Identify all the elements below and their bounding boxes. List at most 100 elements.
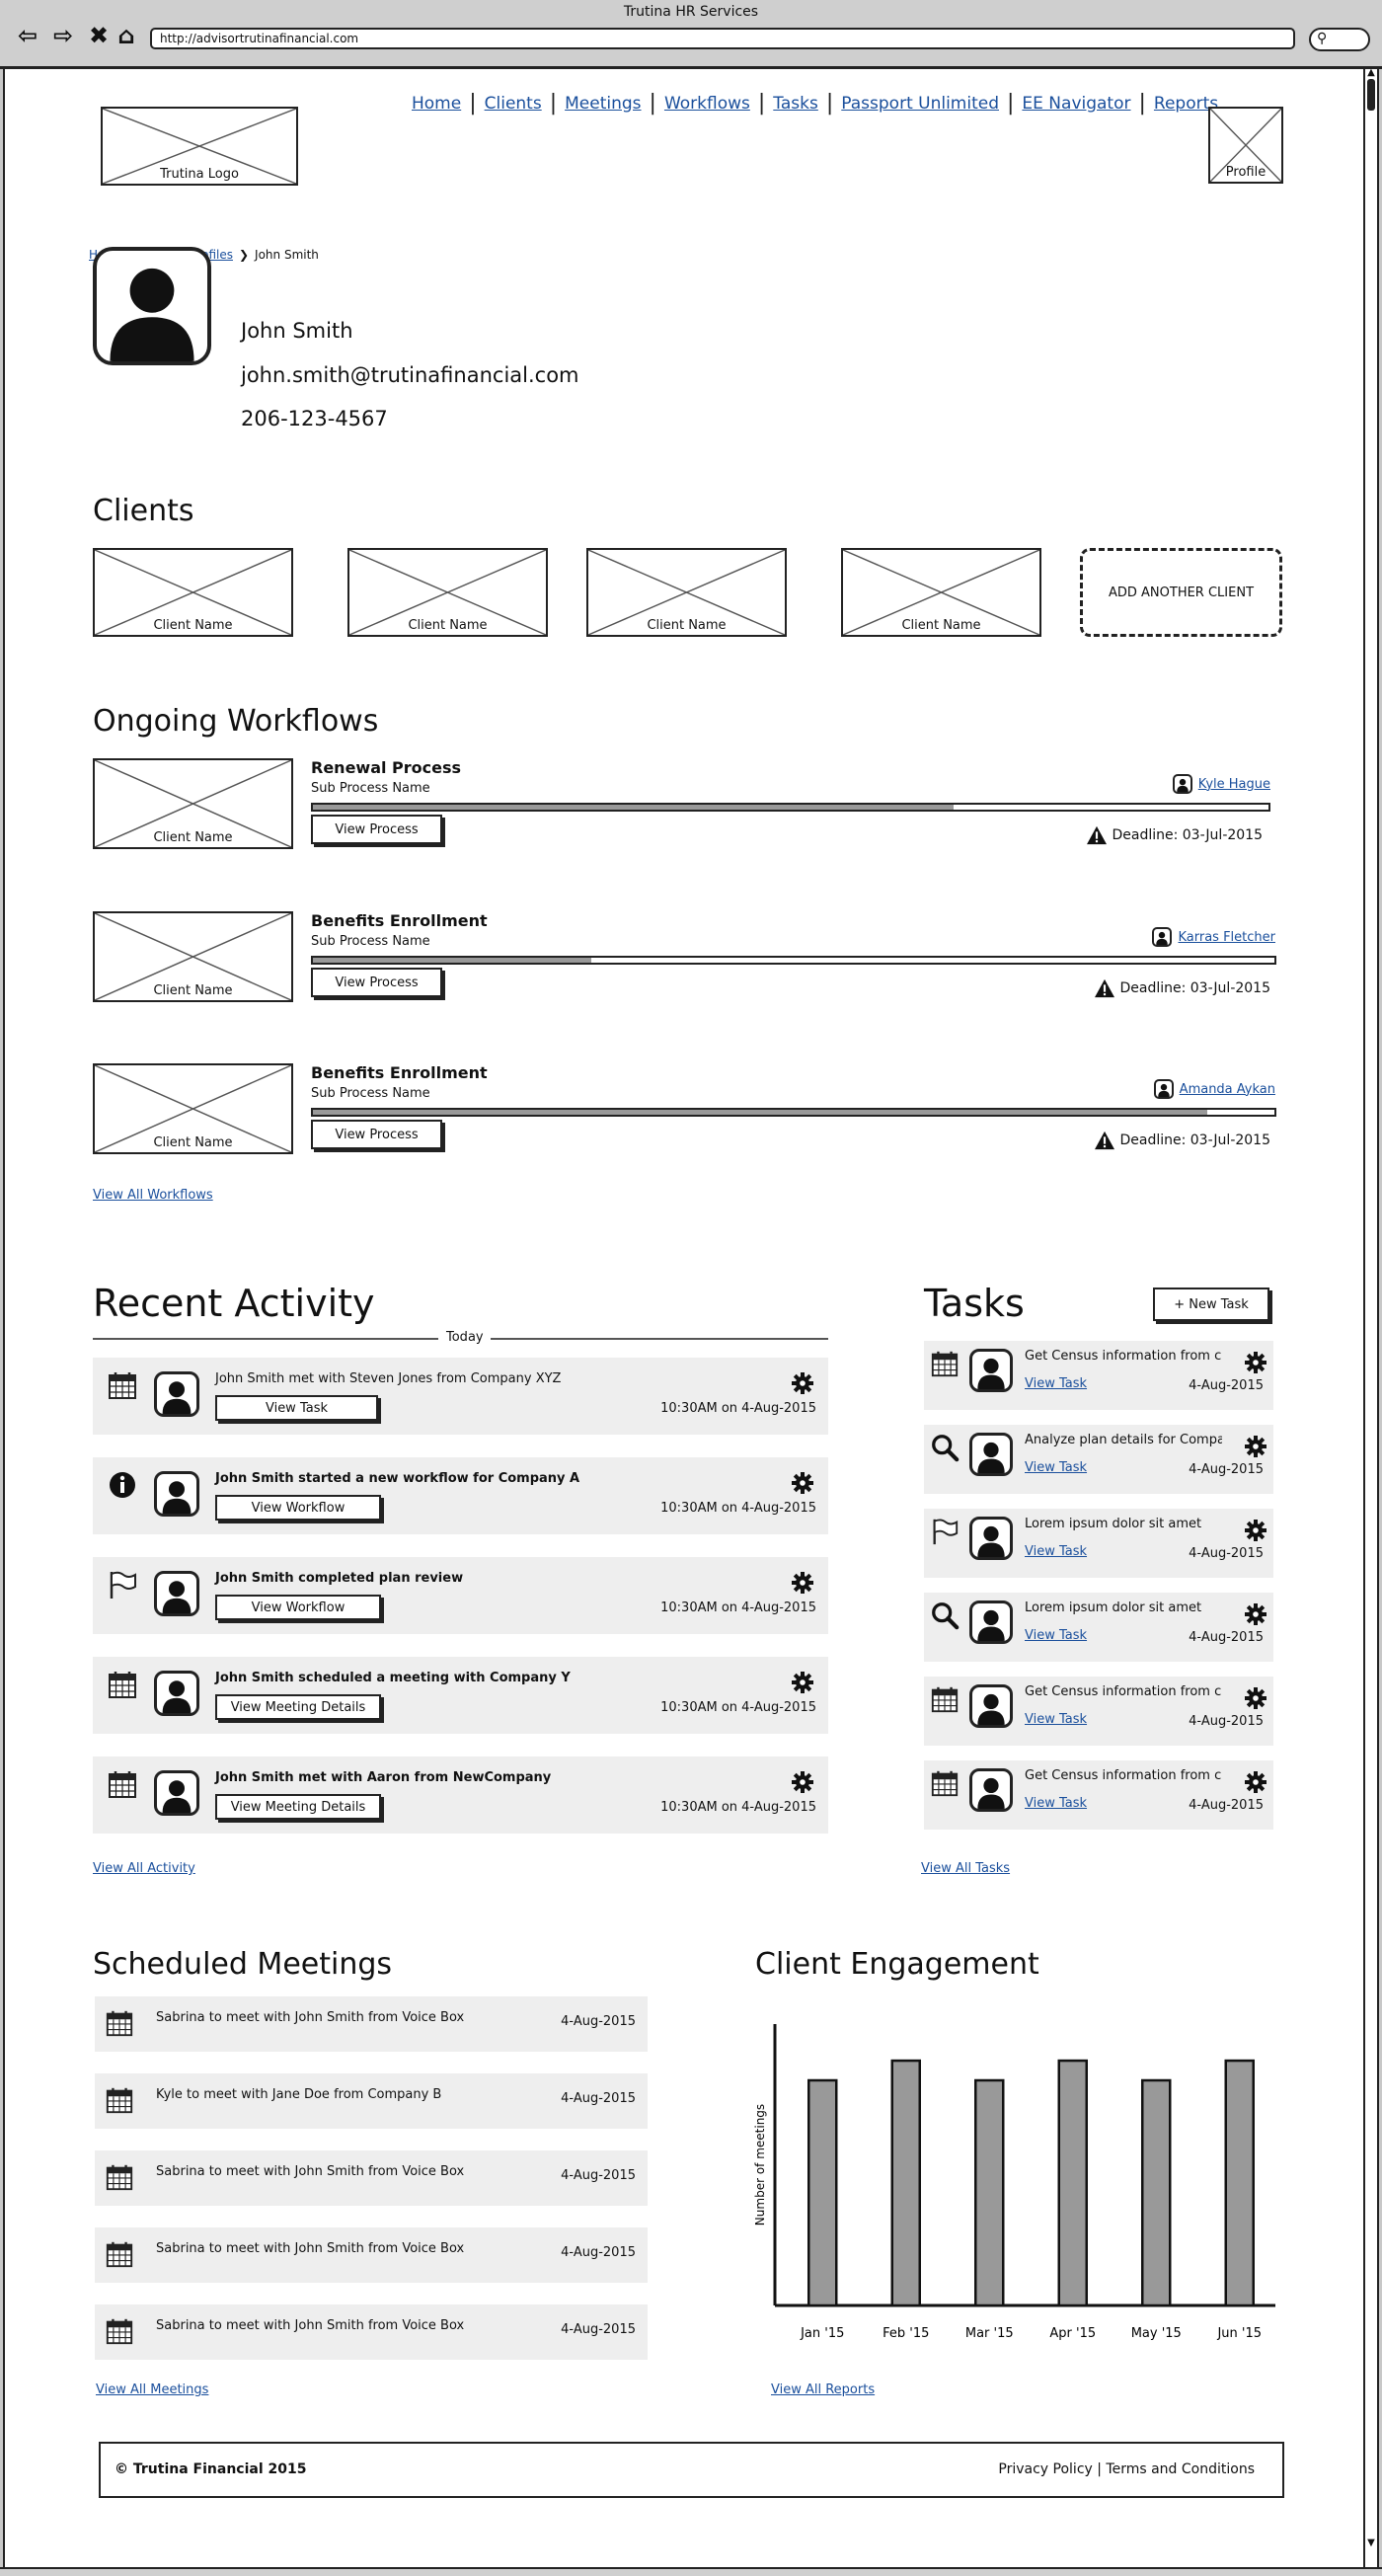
view-task-link[interactable]: View Task — [1025, 1628, 1087, 1643]
activity-item: John Smith scheduled a meeting with Comp… — [93, 1657, 828, 1734]
client-name: Client Name — [153, 1135, 233, 1150]
page-content: Trutina Logo Home | Clients | Meetings | Workf… — [3, 69, 1363, 2567]
view-process-button[interactable]: View Process — [311, 1120, 442, 1149]
stop-icon[interactable]: ✖ — [85, 22, 113, 49]
view-all-meetings-link[interactable]: View All Meetings — [96, 2382, 208, 2397]
browser-search-input[interactable]: ⚲ — [1309, 28, 1370, 51]
view-process-button[interactable]: View Process — [311, 968, 442, 997]
workflow-owner-link[interactable]: Amanda Aykan — [1180, 1082, 1275, 1097]
meeting-item[interactable]: Sabrina to meet with John Smith from Voi… — [95, 2227, 648, 2283]
nav-item-workflows[interactable]: Workflows — [664, 94, 750, 114]
workflow-progress-bar — [311, 1108, 1276, 1117]
activity-action-button[interactable]: View Meeting Details — [215, 1694, 381, 1720]
url-input[interactable]: http://advisortrutinafinancial.com — [150, 28, 1295, 49]
task-date: 4-Aug-2015 — [1189, 1378, 1264, 1393]
view-task-link[interactable]: View Task — [1025, 1544, 1087, 1559]
client-card[interactable]: Client Name — [586, 548, 787, 637]
scroll-down-icon[interactable]: ▼ — [1365, 2537, 1377, 2548]
meeting-item[interactable]: Sabrina to meet with John Smith from Voi… — [95, 1996, 648, 2052]
view-task-link[interactable]: View Task — [1025, 1460, 1087, 1475]
meeting-text: Sabrina to meet with John Smith from Voi… — [156, 2241, 465, 2256]
vertical-scrollbar[interactable]: ▲ ▼ — [1363, 67, 1379, 2567]
client-card[interactable]: Client Name — [841, 548, 1041, 637]
meeting-date: 4-Aug-2015 — [561, 2091, 636, 2106]
gear-icon[interactable] — [791, 1471, 814, 1495]
workflow-client-card[interactable]: Client Name — [93, 1063, 293, 1154]
nav-item-meetings[interactable]: Meetings — [565, 94, 641, 114]
calendar-icon — [930, 1349, 960, 1378]
activity-action-button[interactable]: View Meeting Details — [215, 1794, 381, 1820]
meeting-date: 4-Aug-2015 — [561, 2014, 636, 2029]
logo-placeholder[interactable]: Trutina Logo — [101, 107, 298, 186]
profile-phone: 206-123-4567 — [241, 407, 388, 430]
activity-action-button[interactable]: View Workflow — [215, 1495, 381, 1521]
nav-item-clients[interactable]: Clients — [485, 94, 542, 114]
calendar-icon — [107, 1768, 138, 1800]
meeting-date: 4-Aug-2015 — [561, 2245, 636, 2260]
profile-placeholder[interactable]: Profile — [1208, 107, 1283, 184]
view-all-reports-link[interactable]: View All Reports — [771, 2382, 875, 2397]
calendar-icon — [930, 1684, 960, 1714]
nav-item-passport-unlimited[interactable]: Passport Unlimited — [841, 94, 999, 114]
search-icon — [930, 1600, 960, 1630]
main-nav: Home | Clients | Meetings | Workflows | Tasks | Pa… — [412, 91, 1218, 116]
add-client-button[interactable]: ADD ANOTHER CLIENT — [1080, 548, 1282, 637]
workflows-heading: Ongoing Workflows — [93, 704, 379, 739]
client-card[interactable]: Client Name — [347, 548, 548, 637]
view-all-workflows-link[interactable]: View All Workflows — [93, 1188, 213, 1203]
activity-action-button[interactable]: View Workflow — [215, 1595, 381, 1620]
gear-icon[interactable] — [791, 1571, 814, 1595]
view-process-button[interactable]: View Process — [311, 815, 442, 844]
gear-icon[interactable] — [1244, 1602, 1267, 1626]
view-task-link[interactable]: View Task — [1025, 1796, 1087, 1811]
search-icon — [930, 1433, 960, 1462]
workflow-client-card[interactable]: Client Name — [93, 911, 293, 1002]
new-task-button[interactable]: + New Task — [1153, 1288, 1269, 1321]
client-name: Client Name — [153, 618, 233, 633]
scroll-up-icon[interactable]: ▲ — [1365, 67, 1377, 78]
nav-item-home[interactable]: Home — [412, 94, 461, 114]
scrollbar-thumb[interactable] — [1367, 79, 1375, 111]
forward-icon[interactable]: ⇨ — [49, 22, 77, 49]
view-all-tasks-link[interactable]: View All Tasks — [921, 1861, 1010, 1876]
footer-links[interactable]: Privacy Policy | Terms and Conditions — [998, 2461, 1255, 2477]
profile-email: john.smith@trutinafinancial.com — [241, 363, 579, 387]
workflow-owner-link[interactable]: Kyle Hague — [1198, 777, 1270, 792]
workflow-deadline: Deadline: 03-Jul-2015 — [1094, 978, 1270, 998]
logo-caption: Trutina Logo — [160, 167, 239, 182]
home-icon[interactable]: ⌂ — [113, 22, 140, 49]
profile-caption: Profile — [1225, 165, 1267, 180]
activity-time: 10:30AM on 4-Aug-2015 — [660, 1401, 816, 1416]
gear-icon[interactable] — [791, 1770, 814, 1794]
view-all-activity-link[interactable]: View All Activity — [93, 1861, 195, 1876]
gear-icon[interactable] — [1244, 1770, 1267, 1794]
meeting-item[interactable]: Kyle to meet with Jane Doe from Company … — [95, 2073, 648, 2129]
task-date: 4-Aug-2015 — [1189, 1714, 1264, 1729]
client-card[interactable]: Client Name — [93, 548, 293, 637]
chart-bar — [1224, 2059, 1255, 2307]
view-task-link[interactable]: View Task — [1025, 1712, 1087, 1727]
gear-icon[interactable] — [1244, 1351, 1267, 1374]
back-icon[interactable]: ⇦ — [14, 22, 41, 49]
meeting-date: 4-Aug-2015 — [561, 2168, 636, 2183]
tasks-heading: Tasks — [924, 1282, 1025, 1325]
gear-icon[interactable] — [1244, 1519, 1267, 1542]
gear-icon[interactable] — [791, 1371, 814, 1395]
clients-heading: Clients — [93, 494, 194, 528]
gear-icon[interactable] — [1244, 1435, 1267, 1458]
nav-item-ee-navigator[interactable]: EE Navigator — [1022, 94, 1130, 114]
calendar-icon — [107, 1369, 138, 1401]
workflow-progress-bar — [311, 803, 1270, 812]
activity-action-button[interactable]: View Task — [215, 1395, 378, 1421]
workflow-owner-link[interactable]: Karras Fletcher — [1178, 930, 1275, 945]
gear-icon[interactable] — [791, 1671, 814, 1694]
workflow-client-card[interactable]: Client Name — [93, 758, 293, 849]
activity-text: John Smith met with Aaron from NewCompan… — [215, 1770, 552, 1785]
task-item: Get Census information from company View … — [924, 1341, 1273, 1410]
meeting-item[interactable]: Sabrina to meet with John Smith from Voi… — [95, 2304, 648, 2360]
meeting-item[interactable]: Sabrina to meet with John Smith from Voi… — [95, 2150, 648, 2206]
nav-item-tasks[interactable]: Tasks — [773, 94, 818, 114]
task-date: 4-Aug-2015 — [1189, 1630, 1264, 1645]
view-task-link[interactable]: View Task — [1025, 1376, 1087, 1391]
gear-icon[interactable] — [1244, 1686, 1267, 1710]
